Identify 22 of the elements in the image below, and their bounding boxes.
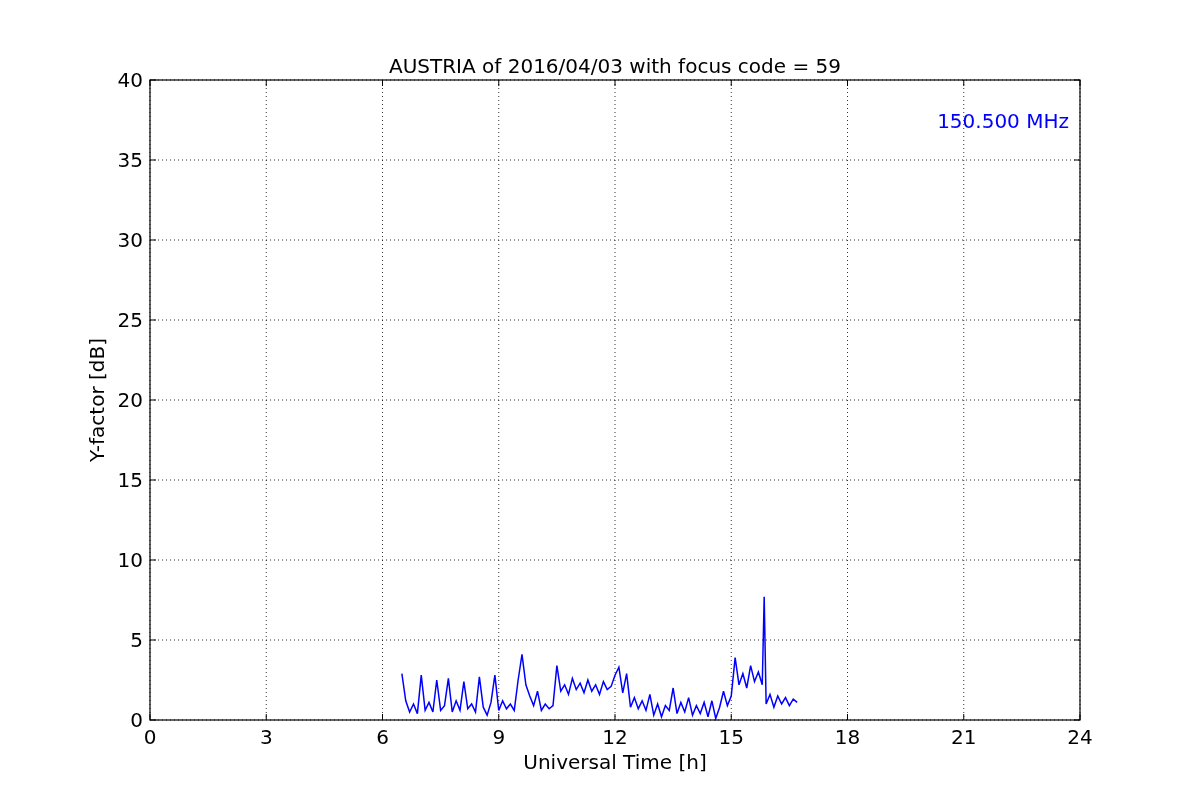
x-tick-label: 21 [951, 725, 977, 749]
x-tick-label: 12 [602, 725, 628, 749]
y-tick-label: 25 [117, 308, 143, 332]
x-tick-label: 3 [259, 725, 273, 749]
y-tick-label: 40 [117, 68, 143, 92]
y-tick-label: 5 [130, 628, 143, 652]
x-tick-label: 9 [492, 725, 506, 749]
x-tick-label: 0 [143, 725, 157, 749]
y-tick-label: 15 [117, 468, 143, 492]
x-tick-label: 24 [1067, 725, 1093, 749]
x-tick-label: 15 [718, 725, 744, 749]
y-tick-label: 10 [117, 548, 143, 572]
x-axis-label: Universal Time [h] [523, 750, 707, 774]
y-axis-label: Y-factor [dB] [85, 338, 109, 462]
y-tick-label: 30 [117, 228, 143, 252]
y-tick-label: 0 [130, 708, 143, 732]
frequency-label: 150.500 MHz [937, 109, 1069, 133]
chart-title: AUSTRIA of 2016/04/03 with focus code = 59 [389, 54, 841, 78]
y-tick-label: 20 [117, 388, 143, 412]
y-tick-label: 35 [117, 148, 143, 172]
x-tick-label: 18 [834, 725, 861, 749]
x-tick-label: 6 [376, 725, 389, 749]
